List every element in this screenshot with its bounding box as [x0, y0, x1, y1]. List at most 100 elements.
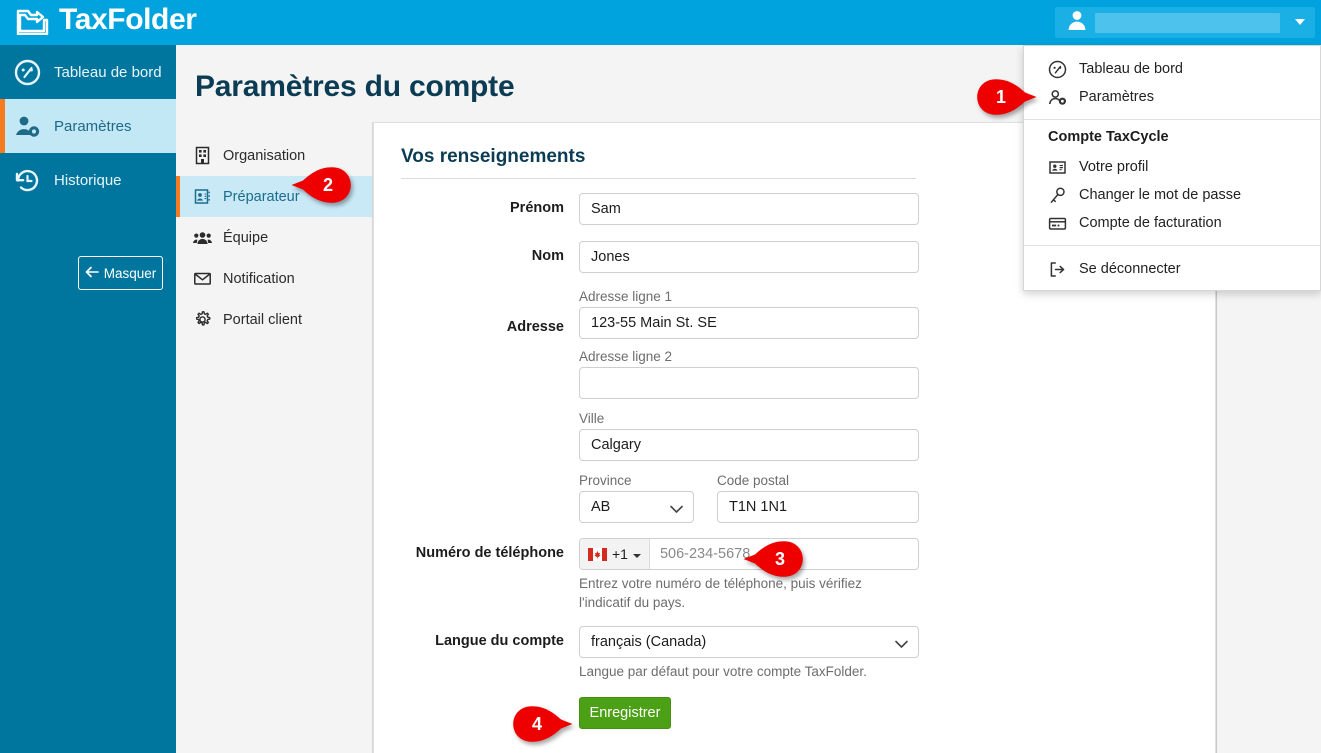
callout-number: 3	[774, 548, 785, 569]
postal-code-input[interactable]	[717, 491, 919, 523]
settings-subnav: Organisation Préparateur Équipe Notifica…	[176, 122, 373, 753]
province-value: AB	[591, 499, 611, 515]
city-input[interactable]	[579, 429, 919, 461]
envelope-icon	[193, 269, 212, 288]
dropdown-item-parametres[interactable]: Paramètres	[1024, 83, 1320, 111]
subnav-item-label: Équipe	[223, 229, 269, 246]
callout-badge-3: 3	[742, 540, 804, 578]
chevron-down-icon	[632, 546, 641, 562]
sidebar-item-label: Tableau de bord	[54, 63, 162, 81]
hide-sidebar-button[interactable]: Masquer	[78, 256, 163, 290]
dropdown-item-label: Paramètres	[1079, 89, 1154, 105]
country-code-selector[interactable]: +1	[580, 539, 650, 569]
callout-number: 2	[322, 174, 333, 195]
history-clock-icon	[14, 167, 41, 194]
subnav-item-label: Organisation	[223, 147, 306, 164]
city-label-spacer	[374, 411, 579, 461]
province-postal-label-spacer	[374, 473, 579, 523]
users-group-icon	[193, 228, 212, 247]
country-code-value: +1	[612, 546, 628, 562]
sidebar-item-historique[interactable]: Historique	[0, 153, 176, 207]
language-helper-text: Langue par défaut pour votre compte TaxF…	[579, 664, 867, 679]
page-title: Paramètres du compte	[195, 70, 515, 103]
id-card-icon	[1048, 158, 1067, 177]
postal-code-label: Code postal	[717, 473, 790, 488]
first-name-label: Prénom	[510, 200, 564, 216]
dropdown-section-heading: Compte TaxCycle	[1048, 129, 1169, 145]
dropdown-item-label: Votre profil	[1079, 159, 1149, 175]
user-menu-button[interactable]	[1055, 7, 1315, 38]
callout-number: 1	[995, 86, 1006, 107]
language-select[interactable]: français (Canada)	[579, 626, 919, 658]
sidebar-item-parametres[interactable]: Paramètres	[0, 99, 187, 153]
dropdown-item-label: Compte de facturation	[1079, 215, 1222, 231]
key-icon	[1048, 186, 1067, 205]
credit-card-icon	[1048, 214, 1067, 233]
callout-badge-2: 2	[290, 166, 352, 204]
dropdown-divider-2	[1024, 245, 1320, 246]
address-label: Adresse	[506, 319, 564, 335]
callout-number: 4	[531, 713, 542, 734]
primary-sidebar: Tableau de bord Paramètres Historique Ma…	[0, 45, 187, 753]
user-avatar-icon	[1055, 9, 1087, 36]
address-line1-label: Adresse ligne 1	[579, 289, 673, 304]
dropdown-item-compte-de-facturation[interactable]: Compte de facturation	[1024, 209, 1320, 237]
subnav-item-label: Notification	[223, 270, 295, 287]
sign-out-icon	[1048, 260, 1067, 279]
address-line1-input[interactable]	[579, 307, 919, 339]
dropdown-item-tableau-de-bord[interactable]: Tableau de bord	[1024, 55, 1320, 83]
brand-name: TaxFolder	[59, 3, 197, 36]
last-name-label: Nom	[531, 248, 564, 264]
hide-sidebar-label: Masquer	[103, 265, 157, 281]
subnav-item-label: Portail client	[223, 311, 302, 328]
province-label: Province	[579, 473, 632, 488]
address-line2-input[interactable]	[579, 367, 919, 399]
chevron-down-icon[interactable]	[1295, 19, 1305, 25]
user-gear-icon	[1048, 88, 1067, 107]
city-label: Ville	[579, 411, 605, 426]
card-title-divider	[401, 178, 916, 179]
username-redacted	[1095, 12, 1280, 33]
sidebar-item-label: Historique	[54, 171, 122, 189]
chevron-down-icon	[895, 637, 908, 653]
dropdown-item-label: Tableau de bord	[1079, 61, 1183, 77]
province-group: Province AB	[579, 473, 694, 523]
language-label: Langue du compte	[435, 633, 564, 649]
subnav-item-notification[interactable]: Notification	[176, 258, 372, 299]
chevron-down-icon	[670, 502, 683, 518]
last-name-input[interactable]	[579, 241, 919, 273]
canada-flag-icon	[588, 547, 607, 561]
language-value: français (Canada)	[591, 634, 707, 650]
field-row-province-postal: Province AB Code postal	[374, 473, 1217, 523]
first-name-input[interactable]	[579, 193, 919, 225]
folder-arrow-icon	[16, 5, 50, 35]
phone-label: Numéro de téléphone	[415, 545, 564, 561]
id-card-icon	[193, 187, 212, 206]
callout-badge-1: 1	[976, 78, 1038, 116]
field-row-city: Ville	[374, 411, 1217, 461]
sidebar-item-label: Paramètres	[54, 117, 132, 135]
field-row-address: Adresse Adresse ligne 1 Adresse ligne 2	[374, 289, 1217, 399]
building-icon	[193, 146, 212, 165]
field-row-language: Langue du compte français (Canada) Langu…	[374, 626, 1217, 681]
app-root: TaxFolder Tableau de bord Paramètres His…	[0, 0, 1321, 753]
top-header-bar: TaxFolder	[0, 0, 1321, 45]
dashboard-gauge-icon	[14, 59, 41, 86]
dropdown-item-changer-mot-de-passe[interactable]: Changer le mot de passe	[1024, 181, 1320, 209]
postal-group: Code postal	[717, 473, 919, 523]
save-button[interactable]: Enregistrer	[579, 697, 671, 729]
gear-icon	[193, 310, 212, 329]
address-line2-label: Adresse ligne 2	[579, 349, 673, 364]
province-select[interactable]: AB	[579, 491, 694, 523]
brand-logo-group[interactable]: TaxFolder	[16, 3, 197, 37]
dropdown-item-votre-profil[interactable]: Votre profil	[1024, 153, 1320, 181]
user-gear-icon	[14, 113, 41, 140]
dropdown-item-se-deconnecter[interactable]: Se déconnecter	[1024, 255, 1320, 283]
subnav-item-portail-client[interactable]: Portail client	[176, 299, 372, 340]
card-title: Vos renseignements	[401, 146, 586, 167]
user-dropdown-menu: Tableau de bord Paramètres Compte TaxCyc…	[1023, 45, 1321, 291]
arrow-left-icon	[85, 266, 99, 281]
sidebar-item-tableau-de-bord[interactable]: Tableau de bord	[0, 45, 176, 99]
subnav-item-equipe[interactable]: Équipe	[176, 217, 372, 258]
dashboard-gauge-icon	[1048, 60, 1067, 79]
